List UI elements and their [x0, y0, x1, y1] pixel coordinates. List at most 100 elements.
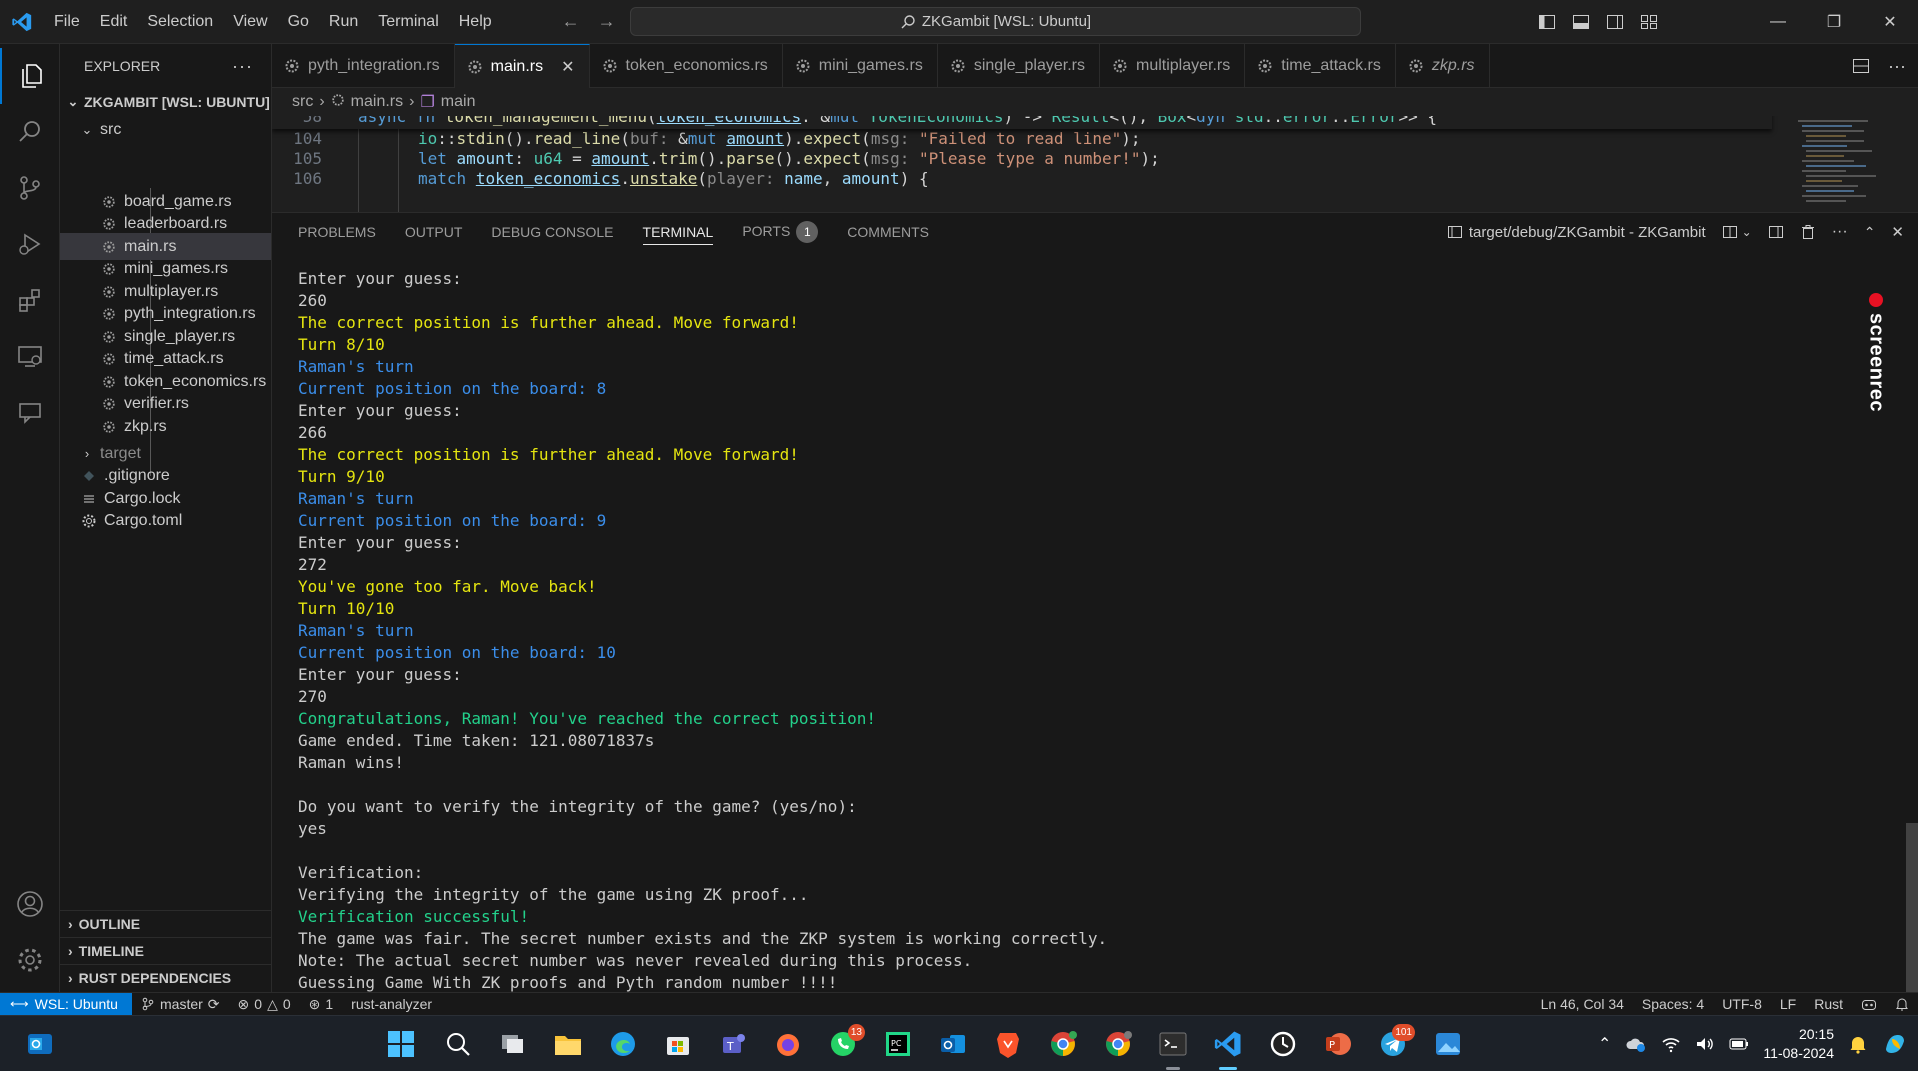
back-arrow-icon[interactable]: ← — [562, 11, 580, 32]
close-tab-icon[interactable]: ✕ — [561, 57, 574, 77]
close-window-icon[interactable]: ✕ — [1862, 0, 1918, 44]
encoding[interactable]: UTF-8 — [1713, 996, 1771, 1012]
sync-icon[interactable]: ⟳ — [208, 996, 220, 1013]
tab-zkp[interactable]: zkp.rs — [1396, 44, 1490, 88]
breadcrumb-file[interactable]: main.rs — [351, 93, 403, 111]
run-debug-icon[interactable] — [0, 216, 60, 272]
more-actions-icon[interactable]: ··· — [1888, 56, 1906, 77]
menu-run[interactable]: Run — [319, 0, 368, 44]
system-clock[interactable]: 20:15 11-08-2024 — [1763, 1025, 1834, 1063]
cursor-position[interactable]: Ln 46, Col 34 — [1532, 996, 1633, 1012]
copilot-icon[interactable] — [1852, 997, 1886, 1011]
more-actions-icon[interactable]: ··· — [1832, 223, 1848, 241]
code-line[interactable]: 104 io::stdin().read_line(buf: &mut amou… — [272, 129, 1772, 151]
maximize-panel-icon[interactable]: ⌃ — [1864, 224, 1876, 241]
chrome-profile-1-icon[interactable] — [1045, 1026, 1081, 1062]
volume-icon[interactable] — [1695, 1035, 1715, 1053]
indentation[interactable]: Spaces: 4 — [1633, 996, 1713, 1012]
remote-explorer-icon[interactable] — [0, 328, 60, 384]
language-mode[interactable]: Rust — [1805, 996, 1852, 1012]
file-zkp-rs[interactable]: zkp.rs — [60, 413, 271, 440]
tab-pyth-integration[interactable]: pyth_integration.rs — [272, 44, 455, 88]
comments-icon[interactable] — [0, 384, 60, 440]
firefox-icon[interactable] — [770, 1026, 806, 1062]
remote-indicator[interactable]: ⟷ WSL: Ubuntu — [0, 992, 132, 1016]
onedrive-cloud-icon[interactable] — [1625, 1035, 1647, 1053]
sticky-scroll-line[interactable]: 58 async fn token_management_menu(token_… — [272, 116, 1772, 129]
wifi-icon[interactable] — [1661, 1035, 1681, 1053]
menu-edit[interactable]: Edit — [90, 0, 138, 44]
tab-debug-console[interactable]: DEBUG CONSOLE — [491, 224, 613, 240]
notifications-bell-icon[interactable] — [1886, 997, 1918, 1011]
customize-layout-icon[interactable] — [1640, 13, 1658, 31]
whatsapp-icon[interactable]: 13 — [825, 1024, 865, 1062]
workspace-root[interactable]: ⌄ ZKGAMBIT [WSL: UBUNTU] — [60, 88, 271, 115]
close-panel-icon[interactable]: ✕ — [1891, 223, 1904, 241]
minimize-icon[interactable]: — — [1750, 0, 1806, 44]
vscode-taskbar-icon[interactable] — [1210, 1026, 1246, 1070]
code-line[interactable]: 105 let amount: u64 = amount.trim().pars… — [272, 149, 1772, 171]
tab-ports[interactable]: PORTS 1 — [742, 221, 819, 243]
forwarded-ports[interactable]: ⊛ 1 — [300, 996, 343, 1013]
menu-file[interactable]: File — [44, 0, 90, 44]
chrome-profile-2-icon[interactable] — [1100, 1026, 1136, 1062]
split-editor-icon[interactable] — [1852, 57, 1870, 75]
terminal-output[interactable]: Enter your guess: 260 The correct position… — [298, 268, 1858, 994]
split-terminal-icon[interactable]: ⌄ — [1722, 224, 1752, 240]
microsoft-store-icon[interactable] — [660, 1026, 696, 1062]
clock-app-icon[interactable] — [1265, 1026, 1301, 1062]
tab-single-player[interactable]: single_player.rs — [938, 44, 1100, 88]
breadcrumb-folder[interactable]: src — [292, 93, 313, 111]
split-panel-icon[interactable] — [1768, 224, 1784, 240]
menu-go[interactable]: Go — [278, 0, 319, 44]
toggle-secondary-sidebar-icon[interactable] — [1606, 13, 1624, 31]
notification-bell-icon[interactable] — [1848, 1034, 1868, 1054]
copilot-widget-icon[interactable] — [1882, 1031, 1908, 1057]
tab-main[interactable]: main.rs ✕ — [454, 44, 590, 88]
powerpoint-icon[interactable]: P — [1320, 1026, 1356, 1062]
menu-terminal[interactable]: Terminal — [368, 0, 448, 44]
menu-view[interactable]: View — [223, 0, 277, 44]
timeline-section[interactable]: › TIMELINE — [60, 937, 271, 964]
tab-terminal[interactable]: TERMINAL — [642, 219, 714, 245]
breadcrumb-symbol[interactable]: main — [441, 93, 476, 111]
terminal-selector[interactable]: target/debug/ZKGambit - ZKGambit — [1447, 224, 1706, 241]
tab-output[interactable]: OUTPUT — [405, 224, 463, 240]
restore-icon[interactable]: ❐ — [1806, 0, 1862, 44]
tab-multiplayer[interactable]: multiplayer.rs — [1100, 44, 1246, 88]
outlook-app-icon[interactable] — [22, 1026, 58, 1062]
outline-section[interactable]: › OUTLINE — [60, 910, 271, 937]
telegram-icon[interactable]: 101 — [1375, 1024, 1415, 1062]
show-hidden-icons-icon[interactable]: ⌃ — [1598, 1034, 1611, 1054]
source-control-icon[interactable] — [0, 160, 60, 216]
tab-token-economics[interactable]: token_economics.rs — [590, 44, 783, 88]
code-line[interactable]: 106 match token_economics.unstake(player… — [272, 169, 1772, 191]
forward-arrow-icon[interactable]: → — [598, 11, 616, 32]
command-center[interactable]: ZKGambit [WSL: Ubuntu] — [630, 7, 1361, 36]
terminal-app-icon[interactable] — [1155, 1026, 1191, 1070]
brave-browser-icon[interactable] — [990, 1026, 1026, 1062]
toggle-panel-icon[interactable] — [1572, 13, 1590, 31]
task-view-icon[interactable] — [495, 1026, 531, 1062]
end-of-line[interactable]: LF — [1771, 996, 1805, 1012]
toggle-sidebar-icon[interactable] — [1538, 13, 1556, 31]
extensions-icon[interactable] — [0, 272, 60, 328]
teams-app-icon[interactable]: T — [715, 1026, 751, 1062]
tab-comments[interactable]: COMMENTS — [847, 224, 929, 240]
tab-time-attack[interactable]: time_attack.rs — [1245, 44, 1396, 88]
tab-mini-games[interactable]: mini_games.rs — [783, 44, 938, 88]
folder-src[interactable]: ⌄ src — [60, 116, 271, 143]
menu-selection[interactable]: Selection — [137, 0, 223, 44]
file-cargo-toml[interactable]: Cargo.toml — [60, 507, 271, 534]
start-windows-icon[interactable] — [383, 1026, 419, 1062]
accounts-icon[interactable] — [0, 876, 60, 932]
search-icon[interactable] — [440, 1026, 476, 1062]
minimap[interactable] — [1794, 116, 1894, 212]
trash-icon[interactable] — [1800, 224, 1816, 240]
battery-icon[interactable] — [1729, 1037, 1749, 1051]
outlook-new-icon[interactable] — [935, 1026, 971, 1062]
search-icon[interactable] — [0, 104, 60, 160]
git-branch[interactable]: master ⟳ — [132, 996, 229, 1013]
problems-indicator[interactable]: ⊗ 0 △ 0 — [229, 996, 300, 1013]
code-editor[interactable]: 58 async fn token_management_menu(token_… — [272, 116, 1918, 212]
